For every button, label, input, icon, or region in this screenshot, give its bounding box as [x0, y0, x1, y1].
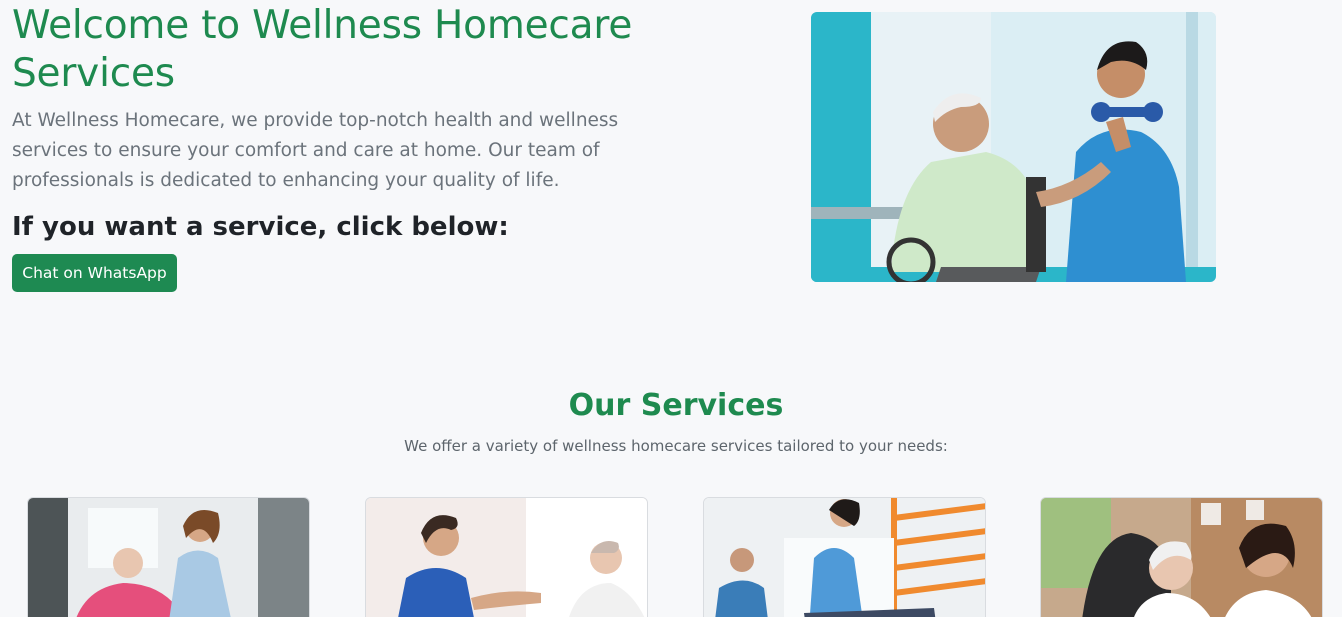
service-card-1[interactable]	[27, 497, 310, 617]
service-image-2	[366, 498, 647, 617]
service-card-2[interactable]	[365, 497, 648, 617]
service-card-4[interactable]	[1040, 497, 1323, 617]
service-image-1	[28, 498, 309, 617]
hero-title: Welcome to Wellness Homecare Services	[12, 3, 633, 96]
hero-subheading: If you want a service, click below:	[12, 212, 509, 242]
services-title: Our Services	[568, 388, 784, 423]
service-image-4	[1041, 498, 1322, 617]
whatsapp-chat-button[interactable]: Chat on WhatsApp	[12, 254, 177, 292]
service-card-3[interactable]	[703, 497, 986, 617]
hero-image	[811, 12, 1216, 282]
page: Welcome to Wellness Homecare Services At…	[0, 0, 1342, 617]
services-description: We offer a variety of wellness homecare …	[404, 437, 948, 455]
hero-description: At Wellness Homecare, we provide top-not…	[12, 110, 619, 191]
service-image-3	[704, 498, 985, 617]
